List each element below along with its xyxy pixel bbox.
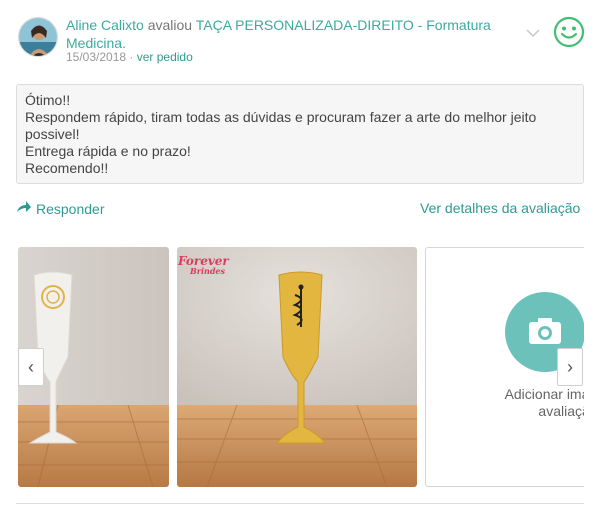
photo-watermark: Forever Brindes [178, 254, 230, 276]
view-order-link[interactable]: ver pedido [137, 50, 193, 64]
review-meta: 15/03/2018 · ver pedido [66, 50, 193, 64]
add-image-label: Adicionar imagens a avaliação [504, 386, 584, 419]
chevron-down-icon[interactable] [525, 26, 541, 44]
reviewer-name[interactable]: Aline Calixto [66, 17, 144, 33]
reply-button[interactable]: Responder [16, 200, 105, 217]
review-photo[interactable] [177, 247, 417, 487]
comment-line: Ótimo!! [25, 92, 71, 108]
reply-label: Responder [36, 200, 105, 217]
meta-separator: · [126, 50, 137, 64]
review-comment: Ótimo!! Respondem rápido, tiram todas as… [16, 84, 584, 184]
section-divider [16, 503, 584, 504]
watermark-line: Forever [178, 254, 229, 268]
carousel-next-button[interactable]: › [557, 348, 583, 386]
smiley-face-icon [553, 16, 585, 53]
comment-line: Recomendo!! [25, 160, 109, 176]
reply-arrow-icon [16, 200, 32, 217]
review-header: Aline Calixto avaliou TAÇA PERSONALIZADA… [66, 16, 526, 52]
review-date: 15/03/2018 [66, 50, 127, 64]
review-image-carousel: Forever Brindes Adicionar imagens a aval… [18, 247, 584, 487]
review-action-text: avaliou [147, 17, 193, 33]
carousel-prev-button[interactable]: ‹ [18, 348, 44, 386]
view-review-details-link[interactable]: Ver detalhes da avaliação [420, 200, 580, 216]
reviewer-avatar[interactable] [18, 17, 58, 57]
chevron-right-icon: › [567, 356, 573, 377]
comment-line: Entrega rápida e no prazo! [25, 143, 191, 159]
chevron-left-icon: ‹ [28, 356, 34, 377]
comment-line: Respondem rápido, tiram todas as dúvidas… [25, 109, 541, 142]
